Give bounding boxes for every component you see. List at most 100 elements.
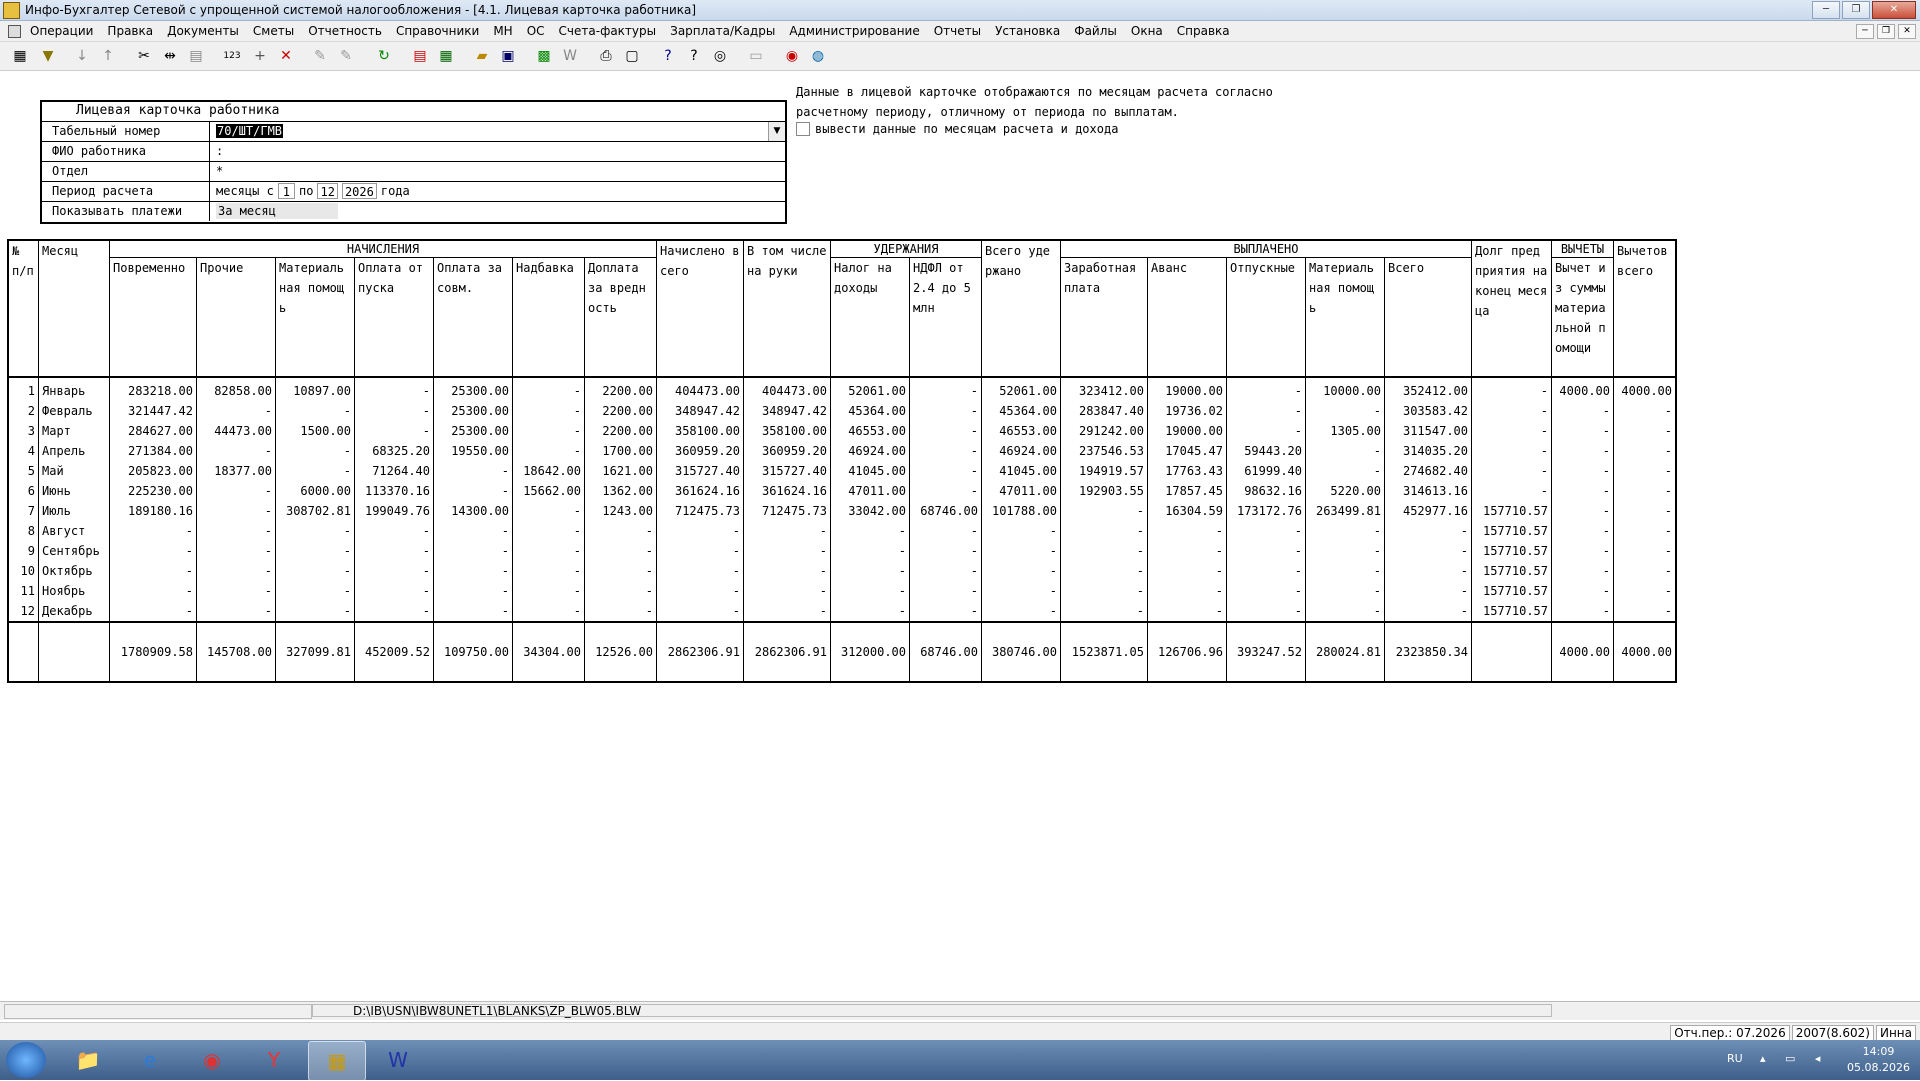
value-cell[interactable]: 14300.00 [433,501,513,521]
menu-item[interactable]: Операции [30,24,93,38]
value-cell[interactable]: 25300.00 [433,377,513,401]
value-cell[interactable]: - [1551,601,1614,622]
open-folder-icon[interactable]: ▰ [472,46,492,66]
value-cell[interactable]: 314613.16 [1384,481,1472,501]
value-cell[interactable]: 10897.00 [275,377,355,401]
web-icon[interactable]: ◍ [808,46,828,66]
value-cell[interactable]: - [909,421,982,441]
value-cell[interactable]: - [354,541,434,561]
table-row[interactable]: 10 Октябрь - - - - - - - - - - - - - - - - -157710.57- - [7,561,1677,581]
value-cell[interactable]: - [196,501,276,521]
value-cell[interactable]: - [1305,601,1385,622]
numbering-icon[interactable]: 123 [222,46,242,66]
value-cell[interactable]: 10000.00 [1305,377,1385,401]
value-cell[interactable]: 263499.81 [1305,501,1385,521]
month-income-checkbox[interactable]: вывести данные по месяцам расчета и дохо… [796,122,1118,136]
yandex-icon[interactable]: Y [246,1041,302,1079]
value-cell[interactable]: - [909,521,982,541]
value-cell[interactable]: 19000.00 [1147,377,1227,401]
value-cell[interactable]: 157710.57 [1471,581,1552,601]
word-icon[interactable]: W [560,46,580,66]
row-number[interactable]: 2 [7,401,39,421]
value-cell[interactable]: 1305.00 [1305,421,1385,441]
value-cell[interactable]: - [433,581,513,601]
value-cell[interactable]: - [1060,581,1148,601]
value-cell[interactable]: - [1551,561,1614,581]
menu-item[interactable]: Отчеты [934,24,981,38]
value-cell[interactable]: - [1384,581,1472,601]
month-cell[interactable]: Январь [38,377,110,401]
value-cell[interactable]: 46553.00 [830,421,910,441]
chrome-icon[interactable]: ◉ [184,1041,240,1079]
pdf-icon[interactable]: ▤ [410,46,430,66]
month-cell[interactable]: Ноябрь [38,581,110,601]
value-cell[interactable]: - [909,481,982,501]
value-cell[interactable]: 360959.20 [656,441,744,461]
value-cell[interactable]: - [1471,481,1552,501]
value-cell[interactable]: - [196,521,276,541]
print-icon[interactable]: ⎙ [596,46,616,66]
width-icon[interactable]: ⇹ [160,46,180,66]
value-cell[interactable]: 17763.43 [1147,461,1227,481]
value-cell[interactable]: 52061.00 [830,377,910,401]
preview-icon[interactable]: ▢ [622,46,642,66]
value-cell[interactable]: - [584,601,657,622]
period-to-input[interactable]: 12 [317,183,338,199]
value-cell[interactable]: - [433,521,513,541]
value-cell[interactable]: - [109,581,197,601]
month-cell[interactable]: Февраль [38,401,110,421]
value-cell[interactable]: - [584,541,657,561]
value-cell[interactable]: - [354,401,434,421]
spreadsheet-icon[interactable]: ▦ [436,46,456,66]
value-cell[interactable]: - [1060,541,1148,561]
value-cell[interactable]: - [275,601,355,622]
value-cell[interactable]: - [1471,461,1552,481]
value-cell[interactable]: 1243.00 [584,501,657,521]
month-cell[interactable]: Октябрь [38,561,110,581]
value-cell[interactable]: 18642.00 [512,461,585,481]
value-cell[interactable]: - [512,377,585,401]
table-row[interactable]: 11 Ноябрь - - - - - - - - - - - - - - - - -157710.57- - [7,581,1677,601]
value-cell[interactable]: - [1551,401,1614,421]
word-app-icon[interactable]: W [370,1041,426,1079]
value-cell[interactable]: 1500.00 [275,421,355,441]
table-row[interactable]: 6 Июнь 225230.00-6000.00 113370.16-15662.00… [7,481,1677,501]
value-cell[interactable]: - [981,561,1061,581]
month-cell[interactable]: Март [38,421,110,441]
value-cell[interactable]: - [656,601,744,622]
menu-item[interactable]: Счета-фактуры [559,24,657,38]
value-cell[interactable]: - [354,421,434,441]
value-cell[interactable]: 194919.57 [1060,461,1148,481]
value-cell[interactable]: 157710.57 [1471,601,1552,622]
value-cell[interactable]: - [1613,481,1677,501]
value-cell[interactable]: - [1384,521,1472,541]
value-cell[interactable]: 321447.42 [109,401,197,421]
cut-icon[interactable]: ✂ [134,46,154,66]
value-cell[interactable]: - [1226,401,1306,421]
menu-item[interactable]: Зарплата/Кадры [670,24,775,38]
value-cell[interactable]: 4000.00 [1551,377,1614,401]
value-cell[interactable]: 361624.16 [656,481,744,501]
value-cell[interactable]: - [1147,541,1227,561]
value-cell[interactable]: 2200.00 [584,377,657,401]
value-cell[interactable]: 41045.00 [981,461,1061,481]
table-row[interactable]: 7 Июль 189180.16-308702.81 199049.76 14300.0… [7,501,1677,521]
row-number[interactable]: 6 [7,481,39,501]
value-cell[interactable]: - [1226,521,1306,541]
value-cell[interactable]: - [1613,501,1677,521]
value-cell[interactable]: 358100.00 [743,421,831,441]
keyboard-icon[interactable]: ▭ [746,46,766,66]
chevron-down-icon[interactable]: ▼ [768,122,785,141]
value-cell[interactable]: - [433,461,513,481]
sort-desc-icon[interactable]: ↑ [98,46,118,66]
value-cell[interactable]: 44473.00 [196,421,276,441]
value-cell[interactable]: 712475.73 [656,501,744,521]
value-cell[interactable]: - [909,541,982,561]
value-cell[interactable]: - [1551,501,1614,521]
value-cell[interactable]: 6000.00 [275,481,355,501]
value-cell[interactable]: - [743,601,831,622]
value-cell[interactable]: - [1226,581,1306,601]
value-cell[interactable]: 45364.00 [981,401,1061,421]
value-cell[interactable]: - [512,401,585,421]
menu-item[interactable]: Документы [167,24,239,38]
